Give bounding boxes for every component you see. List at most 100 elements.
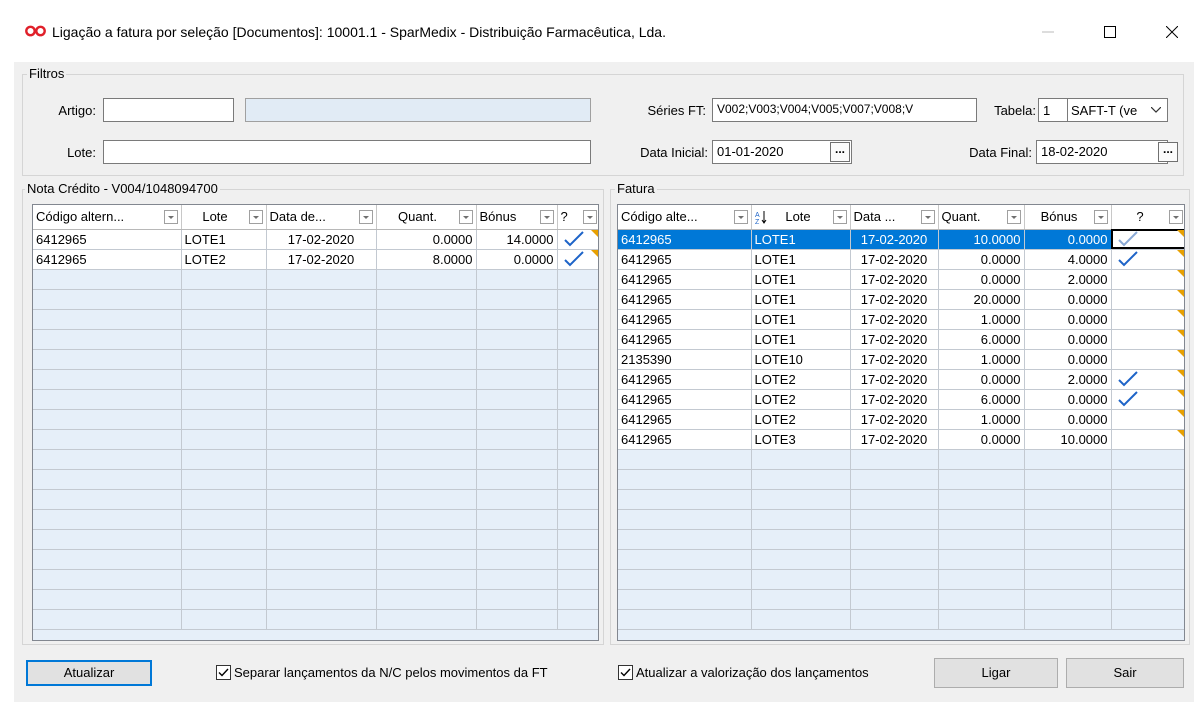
ft-cell-lote[interactable]: LOTE1	[751, 249, 851, 270]
ft-cell-check[interactable]	[1111, 389, 1184, 410]
nc-cell-lote[interactable]: LOTE2	[181, 249, 267, 270]
atualizar-button[interactable]: Atualizar	[26, 660, 152, 686]
ft-cell-data[interactable]: 17-02-2020	[850, 409, 939, 430]
ft-cell-codigo[interactable]: 6412965	[618, 329, 752, 350]
ft-cell-check[interactable]	[1111, 309, 1184, 330]
ft-cell-data[interactable]: 17-02-2020	[850, 329, 939, 350]
ft-cell-bonus[interactable]: 0.0000	[1024, 309, 1112, 330]
chevron-down-icon[interactable]	[1145, 99, 1167, 121]
nc-cell-check[interactable]	[557, 249, 598, 270]
ft-col-data[interactable]: Data ...	[850, 205, 939, 230]
ft-cell-quant[interactable]: 0.0000	[938, 369, 1025, 390]
filter-dropdown-icon[interactable]	[1093, 209, 1108, 224]
nc-cell-codigo[interactable]: 6412965	[33, 249, 182, 270]
nc-col-quant[interactable]: Quant.	[376, 205, 477, 230]
ft-cell-bonus[interactable]: 0.0000	[1024, 289, 1112, 310]
nc-cell-codigo[interactable]: 6412965	[33, 229, 182, 250]
nc-cell-data[interactable]: 17-02-2020	[266, 249, 377, 270]
nc-cell-data[interactable]: 17-02-2020	[266, 229, 377, 250]
ft-cell-lote[interactable]: LOTE1	[751, 329, 851, 350]
nc-cell-bonus[interactable]: 14.0000	[476, 229, 558, 250]
filter-dropdown-icon[interactable]	[832, 209, 847, 224]
ft-cell-check[interactable]	[1111, 289, 1184, 310]
ft-cell-check[interactable]	[1111, 429, 1184, 450]
filter-dropdown-icon[interactable]	[458, 209, 473, 224]
ft-cell-codigo[interactable]: 6412965	[618, 369, 752, 390]
nc-col-bonus[interactable]: Bónus	[476, 205, 558, 230]
data-inicial-picker-button[interactable]: ...	[830, 142, 850, 162]
ft-cell-codigo[interactable]: 6412965	[618, 229, 752, 250]
ft-cell-quant[interactable]: 0.0000	[938, 429, 1025, 450]
data-final-picker-button[interactable]: ...	[1158, 142, 1178, 162]
nc-col-data[interactable]: Data de...	[266, 205, 377, 230]
table-row[interactable]: 6412965 LOTE1 17-02-2020 0.0000 4.0000	[618, 249, 1184, 270]
maximize-button[interactable]	[1090, 18, 1130, 46]
ft-cell-quant[interactable]: 1.0000	[938, 309, 1025, 330]
ft-cell-check[interactable]	[1111, 249, 1184, 270]
artigo-input[interactable]	[103, 98, 234, 122]
atualizar-valorizacao-checkbox[interactable]: Atualizar a valorização dos lançamentos	[618, 665, 869, 680]
ft-cell-check[interactable]	[1111, 229, 1184, 250]
ft-cell-quant[interactable]: 6.0000	[938, 329, 1025, 350]
ft-cell-lote[interactable]: LOTE1	[751, 269, 851, 290]
nc-cell-check[interactable]	[557, 229, 598, 250]
table-row[interactable]: 6412965 LOTE1 17-02-2020 0.0000 2.0000	[618, 269, 1184, 290]
ft-cell-lote[interactable]: LOTE1	[751, 309, 851, 330]
ft-cell-data[interactable]: 17-02-2020	[850, 429, 939, 450]
ft-cell-codigo[interactable]: 6412965	[618, 249, 752, 270]
table-row[interactable]: 6412965 LOTE1 17-02-2020 1.0000 0.0000	[618, 309, 1184, 330]
title-bar[interactable]: Ligação a fatura por seleção [Documentos…	[0, 0, 1197, 62]
minimize-button[interactable]	[1028, 18, 1068, 46]
ft-cell-quant[interactable]: 0.0000	[938, 269, 1025, 290]
table-row[interactable]: 6412965 LOTE3 17-02-2020 0.0000 10.0000	[618, 429, 1184, 450]
nc-col-check[interactable]: ?	[557, 205, 598, 230]
ft-cell-lote[interactable]: LOTE3	[751, 429, 851, 450]
nc-cell-quant[interactable]: 8.0000	[376, 249, 477, 270]
ft-cell-bonus[interactable]: 0.0000	[1024, 409, 1112, 430]
ft-cell-data[interactable]: 17-02-2020	[850, 309, 939, 330]
ft-cell-lote[interactable]: LOTE1	[751, 229, 851, 250]
ft-cell-check[interactable]	[1111, 269, 1184, 290]
nc-col-lote[interactable]: Lote	[181, 205, 267, 230]
table-row[interactable]: 6412965 LOTE1 17-02-2020 20.0000 0.0000	[618, 289, 1184, 310]
ft-cell-check[interactable]	[1111, 409, 1184, 430]
nota-credito-grid[interactable]: Código altern... Lote Data de... Quant. …	[32, 204, 599, 641]
ft-cell-check[interactable]	[1111, 349, 1184, 370]
ft-cell-data[interactable]: 17-02-2020	[850, 269, 939, 290]
table-row[interactable]: 6412965 LOTE2 17-02-2020 6.0000 0.0000	[618, 389, 1184, 410]
ligar-button[interactable]: Ligar	[934, 658, 1058, 688]
ft-cell-data[interactable]: 17-02-2020	[850, 389, 939, 410]
ft-cell-codigo[interactable]: 6412965	[618, 389, 752, 410]
ft-cell-quant[interactable]: 6.0000	[938, 389, 1025, 410]
ft-cell-bonus[interactable]: 2.0000	[1024, 269, 1112, 290]
ft-cell-bonus[interactable]: 0.0000	[1024, 329, 1112, 350]
table-row[interactable]: 6412965 LOTE1 17-02-2020 10.0000 0.0000	[618, 229, 1184, 250]
ft-cell-lote[interactable]: LOTE10	[751, 349, 851, 370]
filter-dropdown-icon[interactable]	[1006, 209, 1021, 224]
ft-cell-quant[interactable]: 10.0000	[938, 229, 1025, 250]
data-final-input[interactable]: 18-02-2020	[1036, 140, 1168, 164]
ft-cell-codigo[interactable]: 6412965	[618, 429, 752, 450]
nc-cell-quant[interactable]: 0.0000	[376, 229, 477, 250]
close-button[interactable]	[1152, 18, 1192, 46]
series-ft-input[interactable]: V002;V003;V004;V005;V007;V008;V	[712, 98, 977, 122]
ft-cell-bonus[interactable]: 0.0000	[1024, 349, 1112, 370]
nc-col-codigo[interactable]: Código altern...	[33, 205, 182, 230]
ft-cell-quant[interactable]: 1.0000	[938, 349, 1025, 370]
table-row[interactable]: 2135390 LOTE10 17-02-2020 1.0000 0.0000	[618, 349, 1184, 370]
sair-button[interactable]: Sair	[1066, 658, 1184, 688]
ft-cell-lote[interactable]: LOTE1	[751, 289, 851, 310]
tabela-combo[interactable]: 1 SAFT-T (ve	[1038, 98, 1168, 122]
ft-cell-bonus[interactable]: 0.0000	[1024, 389, 1112, 410]
filter-dropdown-icon[interactable]	[920, 209, 935, 224]
ft-cell-codigo[interactable]: 6412965	[618, 269, 752, 290]
table-row[interactable]: 6412965 LOTE2 17-02-2020 0.0000 2.0000	[618, 369, 1184, 390]
ft-cell-check[interactable]	[1111, 329, 1184, 350]
ft-cell-quant[interactable]: 0.0000	[938, 249, 1025, 270]
ft-cell-lote[interactable]: LOTE2	[751, 369, 851, 390]
ft-cell-codigo[interactable]: 6412965	[618, 289, 752, 310]
lote-input[interactable]	[103, 140, 591, 164]
filter-dropdown-icon[interactable]	[248, 209, 263, 224]
ft-cell-data[interactable]: 17-02-2020	[850, 369, 939, 390]
ft-col-codigo[interactable]: Código alte...	[618, 205, 752, 230]
